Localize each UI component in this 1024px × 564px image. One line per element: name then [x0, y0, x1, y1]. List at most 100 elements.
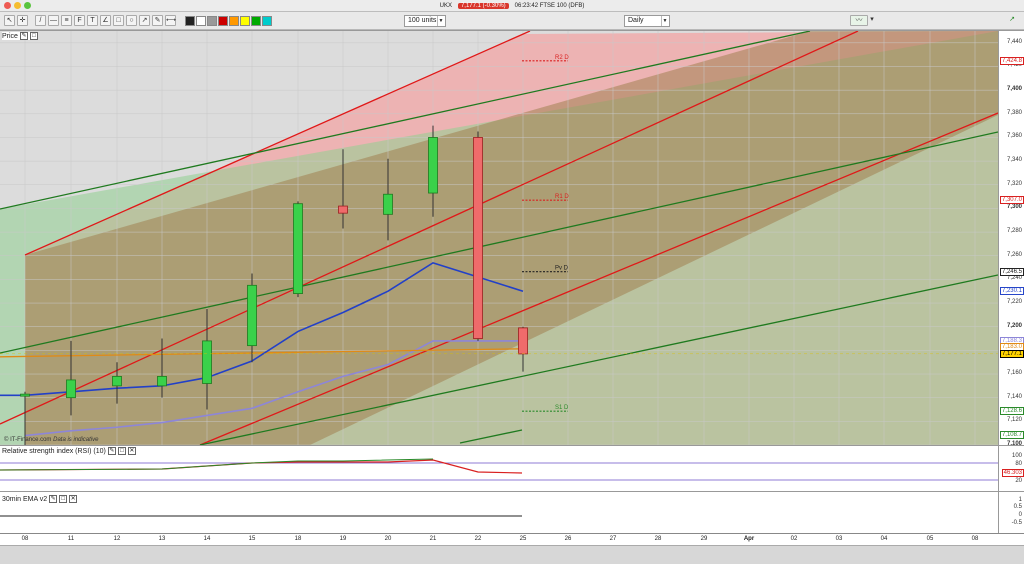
candle-body	[383, 193, 393, 215]
color-swatch[interactable]	[207, 16, 217, 26]
price-axis[interactable]: 7,440 7,420 7,400 7,380 7,360 7,340 7,320 7,300…	[998, 31, 1024, 447]
date-label: 28	[654, 536, 662, 542]
maximize-icon[interactable]: □	[29, 32, 38, 40]
candle-body	[338, 205, 348, 214]
chevron-down-icon: ▼	[661, 16, 668, 26]
date-label: 12	[113, 536, 121, 542]
date-label: 11	[67, 536, 75, 542]
status-strip	[0, 545, 1024, 564]
ema-axis[interactable]: 1 0.5 0 -0.5	[998, 492, 1024, 533]
pen-tool-icon[interactable]: ✎	[152, 15, 163, 26]
price-chart[interactable]: R2 D R1 D Pv D S1 D	[0, 31, 998, 445]
pivot-label-pv: Pv D	[555, 266, 569, 272]
price-tick: 7,140	[1006, 393, 1022, 400]
date-label: 26	[564, 536, 572, 542]
candle-body	[157, 375, 167, 387]
price-tick: 7,120	[1006, 417, 1022, 424]
rsi-panel-header: Relative strength index (RSI) (10) ✎ □ ✕	[2, 447, 136, 455]
color-swatch[interactable]	[251, 16, 261, 26]
indicator-icon[interactable]: ↗	[1005, 15, 1019, 26]
date-label: 08	[971, 536, 979, 542]
settings-icon[interactable]: ✎	[107, 447, 116, 455]
close-icon[interactable]: ✕	[127, 447, 136, 455]
color-swatch[interactable]	[229, 16, 239, 26]
date-label: 29	[700, 536, 708, 542]
trading-window: UKX 7,177.1 (-0.30%) 06:23:42 FTSE 100 (…	[0, 0, 1024, 564]
interval-select[interactable]: Daily ▼	[624, 15, 670, 27]
rsi-line	[0, 459, 523, 474]
rsi-chart[interactable]	[0, 446, 998, 491]
color-swatch[interactable]	[196, 16, 206, 26]
channel-tool-icon[interactable]: ≡	[61, 15, 72, 26]
price-tag-last: 7,177.1	[999, 349, 1024, 358]
color-swatch[interactable]	[240, 16, 250, 26]
ema-panel-title: 30min EMA v2	[2, 495, 48, 503]
candle-body	[428, 137, 438, 194]
rsi-tick: 80	[1015, 461, 1022, 467]
rectangle-tool-icon[interactable]: □	[113, 15, 124, 26]
close-window-icon[interactable]	[4, 2, 11, 9]
ema-tick: 0.5	[1013, 504, 1022, 510]
price-tick: 7,380	[1006, 109, 1022, 116]
date-label: 04	[880, 536, 888, 542]
rsi-panel: Relative strength index (RSI) (10) ✎ □ ✕…	[0, 445, 1024, 491]
pivot-label-s1: S1 D	[555, 405, 569, 411]
fibonacci-tool-icon[interactable]: F	[74, 15, 85, 26]
date-label: 21	[429, 536, 437, 542]
candle-body	[66, 379, 76, 399]
date-axis[interactable]: 08 11 12 13 14 15 18 19 20 21 22 25 26 27 28 29 Apr 02 03 0…	[0, 533, 1024, 545]
watermark-note: Data is indicative	[53, 437, 99, 443]
date-label: 14	[203, 536, 211, 542]
pivot-label-r2: R2 D	[555, 55, 569, 61]
ema-chart[interactable]	[0, 492, 998, 533]
color-swatch[interactable]	[218, 16, 228, 26]
rsi-value-tag: 46.303	[1001, 469, 1024, 477]
maximize-icon[interactable]: □	[117, 447, 126, 455]
price-tick: 7,360	[1006, 133, 1022, 140]
price-tick: 7,300	[1006, 204, 1022, 211]
pointer-tool-icon[interactable]: ↖	[4, 15, 15, 26]
settings-icon[interactable]: ✎	[49, 495, 58, 503]
close-icon[interactable]: ✕	[69, 495, 78, 503]
price-tick: 7,220	[1006, 299, 1022, 306]
rsi-signal-line	[0, 458, 434, 471]
color-swatch[interactable]	[185, 16, 195, 26]
horizontal-line-icon[interactable]: —	[48, 15, 59, 26]
zoom-window-icon[interactable]	[24, 2, 31, 9]
line-tool-icon[interactable]: /	[35, 15, 46, 26]
units-select-value: 100 units	[408, 17, 437, 24]
price-tag-ma-blue: 7,230.1	[999, 287, 1024, 296]
maximize-icon[interactable]: □	[59, 495, 68, 503]
candle-body	[202, 340, 212, 384]
ema-panel: 30min EMA v2 ✎ □ ✕ 1 0.5 0 -0.5	[0, 491, 1024, 533]
candle-body	[518, 327, 528, 355]
candle-body	[247, 284, 257, 347]
chevron-down-icon[interactable]: ▾	[869, 15, 875, 26]
text-tool-icon[interactable]: T	[87, 15, 98, 26]
price-tick: 7,260	[1006, 251, 1022, 258]
ellipse-tool-icon[interactable]: ○	[126, 15, 137, 26]
instrument-name: UKX	[439, 2, 452, 9]
price-tag-r1: 7,307.0	[999, 196, 1024, 205]
measure-tool-icon[interactable]: ⟷	[165, 15, 176, 26]
minimize-window-icon[interactable]	[14, 2, 21, 9]
crosshair-tool-icon[interactable]: ✛	[17, 15, 28, 26]
units-select[interactable]: 100 units ▼	[404, 15, 446, 27]
settings-icon[interactable]: ✎	[19, 32, 28, 40]
chevron-down-icon: ▼	[437, 16, 444, 26]
price-tag-s-low: 7,108.7	[999, 430, 1024, 439]
color-swatch[interactable]	[262, 16, 272, 26]
price-change-badge: 7,177.1 (-0.30%)	[457, 2, 509, 9]
price-panel-header: Price ✎ □	[2, 32, 38, 40]
date-label: 02	[790, 536, 798, 542]
rsi-axis[interactable]: 100 80 46.303 20	[998, 446, 1024, 491]
date-label: 20	[384, 536, 392, 542]
price-panel: Price ✎ □ R2 D R1 D Pv D S1 D © IT-Finance.…	[0, 30, 1024, 447]
price-tick: 7,160	[1006, 370, 1022, 377]
price-tag-pivot: 7,246.5	[999, 267, 1024, 276]
price-tag-r2: 7,424.8	[999, 56, 1024, 65]
chart-type-icon[interactable]: 〰	[850, 15, 868, 26]
arrow-tool-icon[interactable]: ↗	[139, 15, 150, 26]
gann-tool-icon[interactable]: ∠	[100, 15, 111, 26]
price-tag-s1: 7,128.6	[999, 407, 1024, 416]
